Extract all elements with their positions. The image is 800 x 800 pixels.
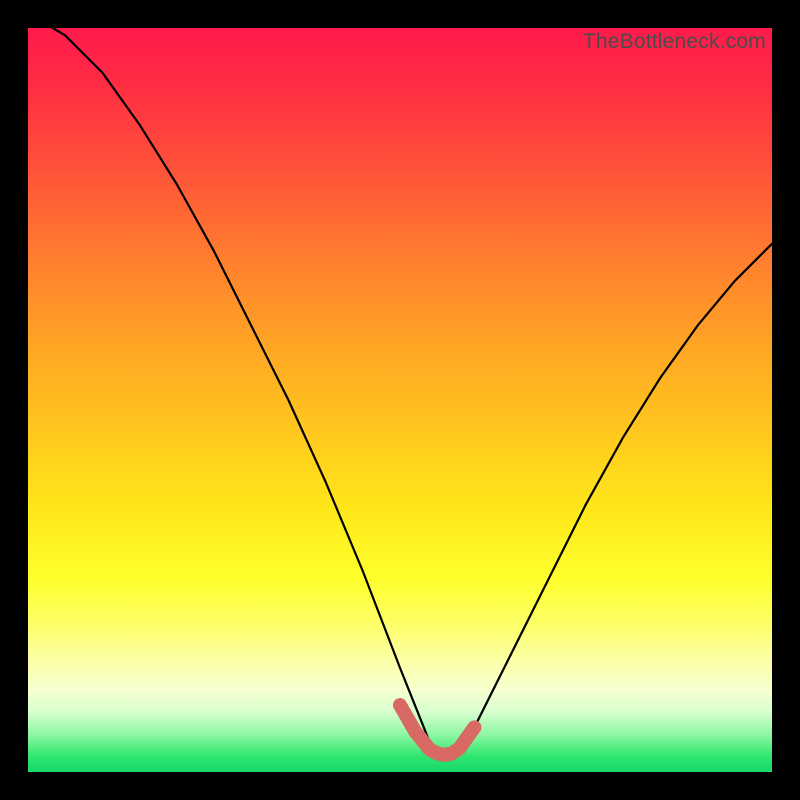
plot-area: TheBottleneck.com <box>28 28 772 772</box>
optimal-range-highlight <box>400 705 474 755</box>
bottleneck-curve-path <box>28 13 772 757</box>
curve-overlay <box>28 28 772 772</box>
chart-frame: TheBottleneck.com <box>0 0 800 800</box>
